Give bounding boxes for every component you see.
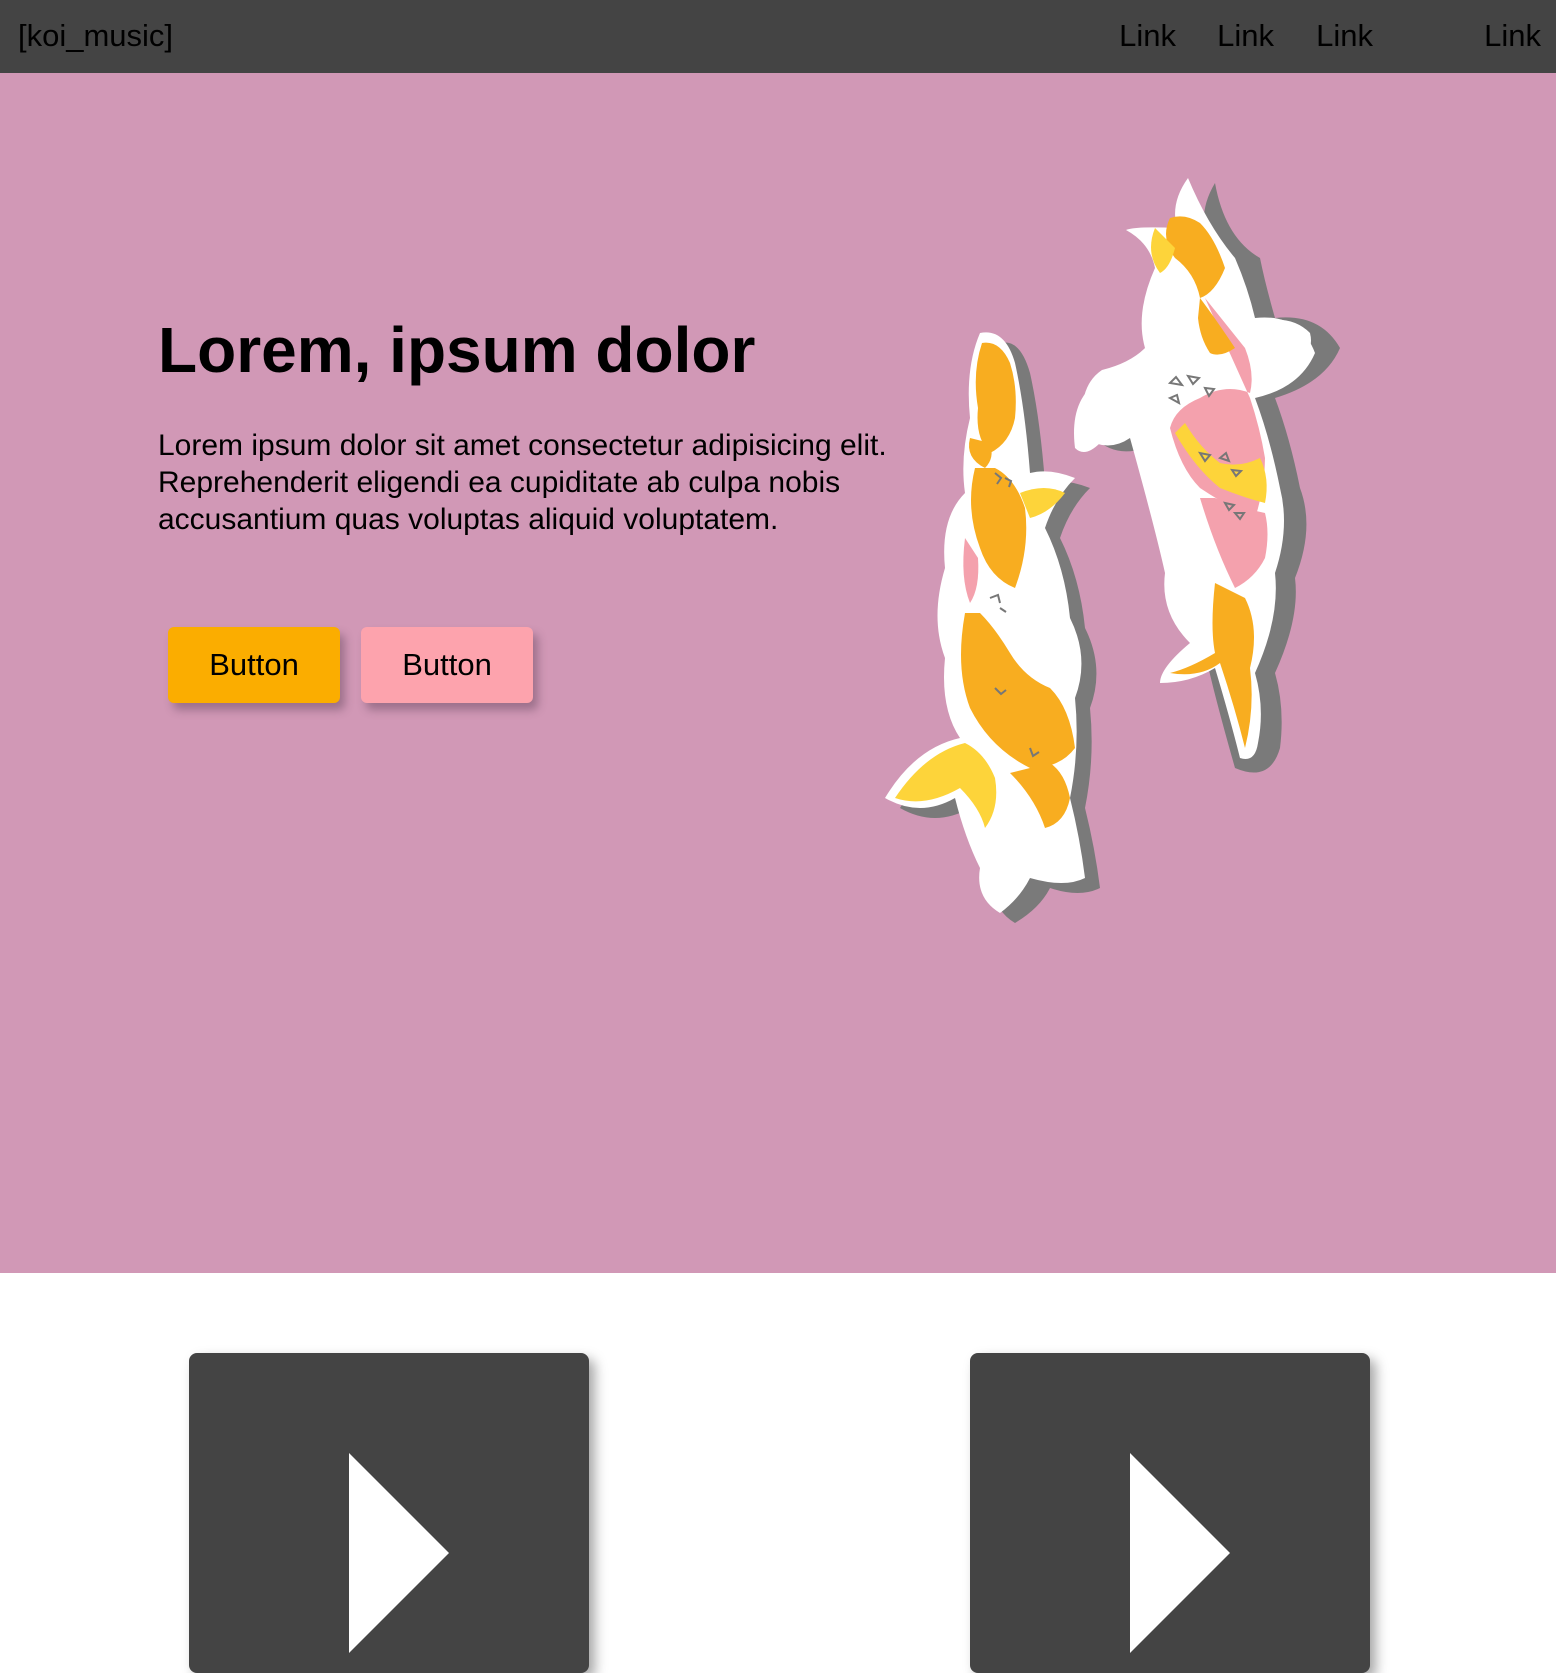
nav-link-2[interactable]: Link	[1217, 18, 1274, 54]
primary-button[interactable]: Button	[168, 627, 340, 703]
hero-description: Lorem ipsum dolor sit amet consectetur a…	[158, 429, 887, 536]
play-icon	[349, 1453, 449, 1653]
secondary-button[interactable]: Button	[361, 627, 533, 703]
hero-title: Lorem, ipsum dolor	[158, 314, 756, 386]
nav-link-3[interactable]: Link	[1316, 18, 1373, 54]
koi-fish-illustration	[885, 178, 1340, 923]
media-card[interactable]	[970, 1353, 1370, 1673]
media-card[interactable]	[189, 1353, 589, 1673]
nav-link-1[interactable]: Link	[1119, 18, 1176, 54]
nav-link-4[interactable]: Link	[1484, 18, 1541, 54]
koi-fish-left	[885, 332, 1100, 923]
koi-fish-right	[1074, 178, 1340, 773]
brand-logo[interactable]: [koi_music]	[18, 18, 173, 54]
play-icon	[1130, 1453, 1230, 1653]
hero-section: Lorem, ipsum dolor Lorem ipsum dolor sit…	[0, 73, 1556, 1273]
top-navbar: [koi_music] Link Link Link Link	[0, 0, 1556, 73]
